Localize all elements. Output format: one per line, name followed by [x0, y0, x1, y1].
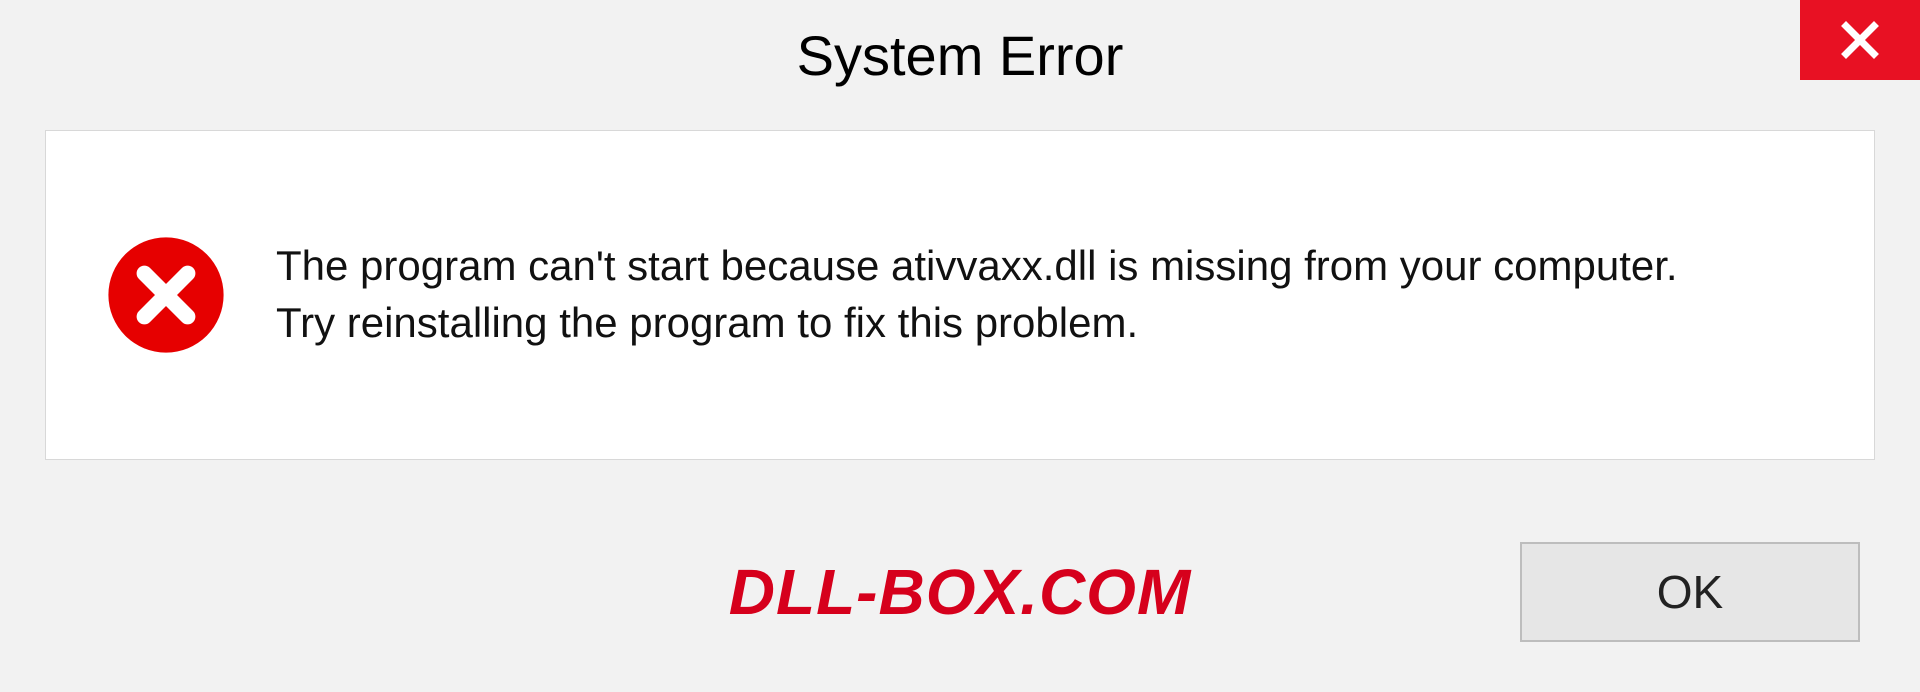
footer: DLL-BOX.COM OK: [0, 532, 1920, 652]
dialog-title: System Error: [797, 23, 1124, 88]
message-line-1: The program can't start because ativvaxx…: [276, 238, 1834, 295]
watermark-text: DLL-BOX.COM: [729, 555, 1192, 629]
message-line-2: Try reinstalling the program to fix this…: [276, 295, 1834, 352]
error-icon: [106, 235, 226, 355]
close-icon: [1839, 19, 1881, 61]
titlebar: System Error: [0, 0, 1920, 110]
ok-button[interactable]: OK: [1520, 542, 1860, 642]
close-button[interactable]: [1800, 0, 1920, 80]
message-panel: The program can't start because ativvaxx…: [45, 130, 1875, 460]
message-block: The program can't start because ativvaxx…: [276, 238, 1834, 351]
